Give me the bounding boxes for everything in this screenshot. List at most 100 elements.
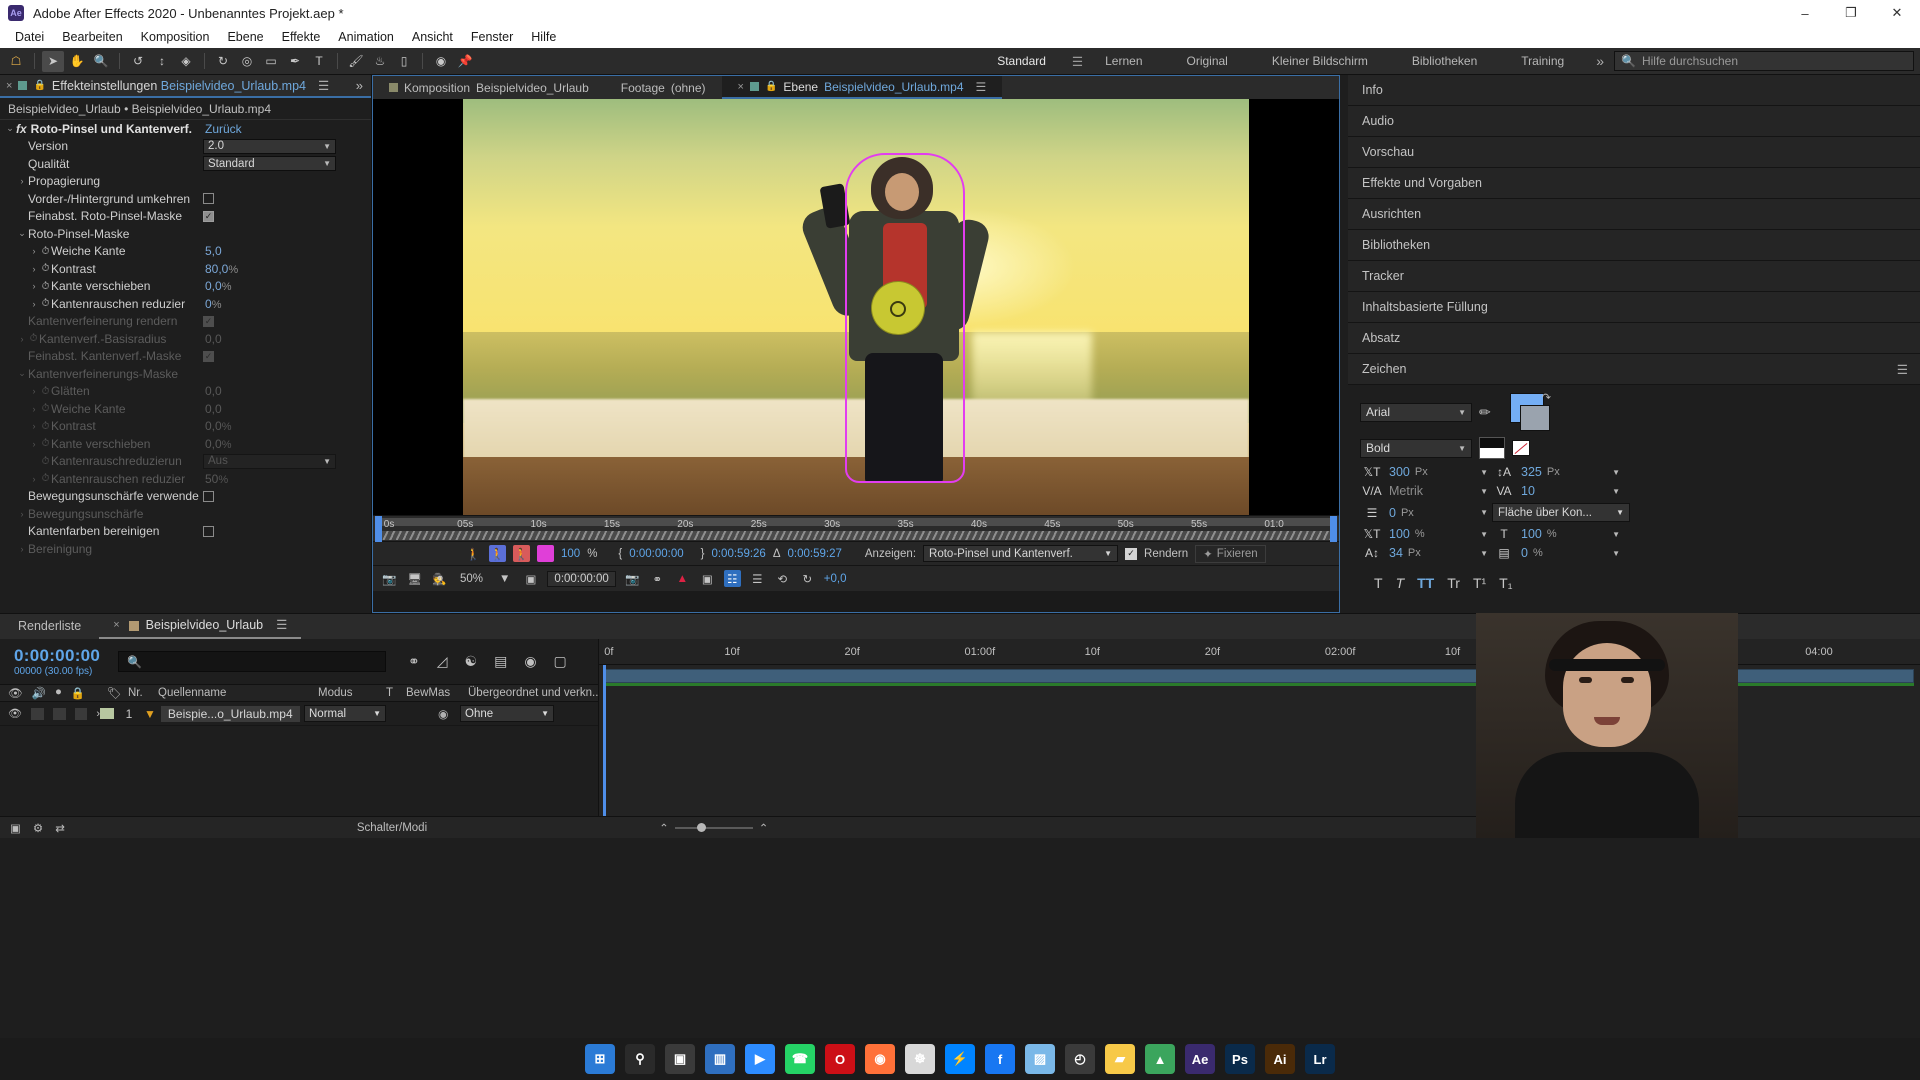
minimize-button[interactable]: –: [1782, 0, 1828, 26]
in-point-value[interactable]: 0:00:00:00: [629, 548, 683, 560]
time-ruler-end-handle[interactable]: [1330, 516, 1337, 542]
font-size-field[interactable]: 𝕏T 300 Px ▼: [1360, 465, 1489, 479]
effect-property-row[interactable]: › ⏱ Weiche Kante 5,0: [0, 243, 371, 261]
overlay-opacity-value[interactable]: 100: [561, 548, 580, 560]
twirl-icon[interactable]: ›: [28, 404, 40, 414]
eye-icon[interactable]: 👁: [8, 707, 22, 720]
render-checkbox[interactable]: ✓: [1125, 547, 1138, 560]
composition-mini-flowchart-icon[interactable]: ⚭: [408, 653, 420, 670]
current-time-display[interactable]: 0:00:00:00 00000 (30.00 fps): [0, 646, 118, 677]
tab-composition[interactable]: × Beispielvideo_Urlaub ☰: [99, 614, 302, 639]
effect-property-row[interactable]: Kantenfarben bereinigen: [0, 523, 371, 541]
effect-property-row[interactable]: › ⏱ Kontrast 0,0%: [0, 418, 371, 436]
effect-property-row[interactable]: Feinabst. Kantenverf.-Maske ✓: [0, 348, 371, 366]
opera-icon[interactable]: O: [825, 1044, 855, 1074]
horizontal-scale-field[interactable]: T 100 % ▼: [1492, 527, 1620, 541]
take-snapshot-icon[interactable]: 📷: [381, 570, 398, 587]
lock-toggle[interactable]: [74, 707, 88, 720]
workspace-menu-icon[interactable]: ☰: [1072, 54, 1083, 69]
effect-property-row[interactable]: ⏱ Kantenrauschreduzierun Aus ▼: [0, 453, 371, 471]
zoom-app-icon[interactable]: ▶: [745, 1044, 775, 1074]
effect-property-row[interactable]: › ⏱ Kantenrauschen reduzier 50%: [0, 470, 371, 488]
zoom-level-dropdown[interactable]: 50% ▼: [456, 573, 514, 585]
panel-zeichen-header[interactable]: Zeichen ☰: [1348, 354, 1920, 385]
overlay-color-swatch[interactable]: [537, 545, 554, 562]
twirl-icon[interactable]: ›: [28, 386, 40, 396]
stroke-over-fill-dropdown[interactable]: Fläche über Kon... ▼: [1492, 503, 1630, 522]
effect-property-row[interactable]: Version 2.0 ▼: [0, 138, 371, 156]
close-button[interactable]: ✕: [1874, 0, 1920, 26]
font-family-dropdown[interactable]: Arial ▼: [1360, 402, 1472, 422]
panel-menu-icon[interactable]: ☰: [318, 78, 329, 93]
menu-datei[interactable]: Datei: [6, 28, 53, 46]
chevron-down-icon[interactable]: ▼: [1480, 530, 1488, 539]
chevron-down-icon[interactable]: ▼: [1612, 549, 1620, 558]
show-channel-icon[interactable]: 🕵: [431, 570, 448, 587]
chevron-down-icon[interactable]: ▼: [1612, 487, 1620, 496]
camera-icon[interactable]: 📷: [624, 570, 641, 587]
grid-icon[interactable]: ☷: [723, 570, 741, 587]
track-matte-icon[interactable]: ◉: [438, 707, 460, 721]
panel-inhaltsbasierte-fuellung[interactable]: Inhaltsbasierte Füllung: [1348, 292, 1920, 323]
property-value[interactable]: 0,0%: [205, 419, 231, 433]
playhead[interactable]: [603, 665, 606, 816]
effect-property-row[interactable]: › ⏱ Kante verschieben 0,0%: [0, 435, 371, 453]
tab-renderliste[interactable]: Renderliste: [0, 614, 99, 639]
property-checkbox[interactable]: ✓: [203, 210, 214, 222]
clone-stamp-icon[interactable]: ♨: [369, 51, 391, 72]
workspace-lernen[interactable]: Lernen: [1083, 48, 1164, 75]
tab-close-icon[interactable]: ×: [738, 81, 744, 93]
twirl-icon[interactable]: ›: [16, 176, 28, 186]
rotation-tool-icon[interactable]: ↻: [212, 51, 234, 72]
property-checkbox[interactable]: [203, 525, 214, 537]
graph-editor-icon[interactable]: ▢: [554, 653, 567, 670]
menu-effekte[interactable]: Effekte: [273, 28, 330, 46]
delete-icon[interactable]: ⚙: [33, 821, 43, 835]
panel-tracker[interactable]: Tracker: [1348, 261, 1920, 292]
search-icon[interactable]: ⚲: [625, 1044, 655, 1074]
stopwatch-icon[interactable]: ⏱: [40, 473, 51, 484]
chevron-down-icon[interactable]: ▼: [1612, 530, 1620, 539]
anchor-point-icon[interactable]: ◎: [236, 51, 258, 72]
property-value[interactable]: 50%: [205, 472, 228, 486]
label-icon[interactable]: 🏷: [100, 686, 128, 700]
pan-tool-icon[interactable]: ↕: [151, 51, 173, 72]
effect-property-row[interactable]: › ⏱ Glätten 0,0: [0, 383, 371, 401]
chevron-down-icon[interactable]: ▼: [1480, 487, 1488, 496]
workspace-kleiner-bildschirm[interactable]: Kleiner Bildschirm: [1250, 48, 1390, 75]
menu-bearbeiten[interactable]: Bearbeiten: [53, 28, 131, 46]
out-point-value[interactable]: 0:00:59:26: [711, 548, 765, 560]
chevron-down-icon[interactable]: ▼: [1480, 468, 1488, 477]
property-dropdown[interactable]: Standard ▼: [203, 156, 336, 172]
property-checkbox[interactable]: ✓: [203, 350, 214, 362]
frame-blending-icon[interactable]: ▤: [494, 653, 507, 670]
walk-icon[interactable]: 🚶: [465, 545, 482, 562]
time-ruler-workarea[interactable]: [379, 530, 1333, 541]
property-value[interactable]: 5,0: [205, 244, 222, 258]
stopwatch-icon[interactable]: ⏱: [40, 281, 51, 292]
effect-property-row[interactable]: Bewegungsunschärfe verwende: [0, 488, 371, 506]
close-icon[interactable]: ×: [6, 80, 12, 92]
stopwatch-icon[interactable]: ⏱: [40, 263, 51, 274]
stroke-width-field[interactable]: ☰ 0 Px ▼: [1360, 506, 1488, 520]
maximize-button[interactable]: ❐: [1828, 0, 1874, 26]
twirl-icon[interactable]: ›: [28, 299, 40, 309]
vertical-scale-field[interactable]: 𝕏T 100 % ▼: [1360, 527, 1489, 541]
zoom-in-icon[interactable]: ⌃: [759, 821, 769, 835]
twirl-icon[interactable]: ›: [28, 281, 40, 291]
alpha-overlay-icon[interactable]: 🚶: [513, 545, 530, 562]
default-colors-icon[interactable]: [1479, 437, 1505, 459]
menu-ansicht[interactable]: Ansicht: [403, 28, 462, 46]
tab-komposition[interactable]: Komposition Beispielvideo_Urlaub: [373, 76, 605, 99]
property-checkbox[interactable]: ✓: [203, 315, 214, 327]
tab-ebene[interactable]: × 🔒 Ebene Beispielvideo_Urlaub.mp4 ☰: [721, 76, 1003, 99]
stopwatch-icon[interactable]: ⏱: [40, 421, 51, 432]
solo-toggle[interactable]: [52, 707, 66, 720]
chevron-down-icon[interactable]: ▼: [1480, 549, 1488, 558]
effect-property-row[interactable]: Feinabst. Roto-Pinsel-Maske ✓: [0, 208, 371, 226]
eyedropper-icon[interactable]: ✏: [1479, 404, 1491, 421]
illustrator-icon[interactable]: Ai: [1265, 1044, 1295, 1074]
all-caps-button[interactable]: TT: [1417, 575, 1434, 591]
widgets-icon[interactable]: ▥: [705, 1044, 735, 1074]
effect-property-row[interactable]: › Bewegungsunschärfe: [0, 505, 371, 523]
